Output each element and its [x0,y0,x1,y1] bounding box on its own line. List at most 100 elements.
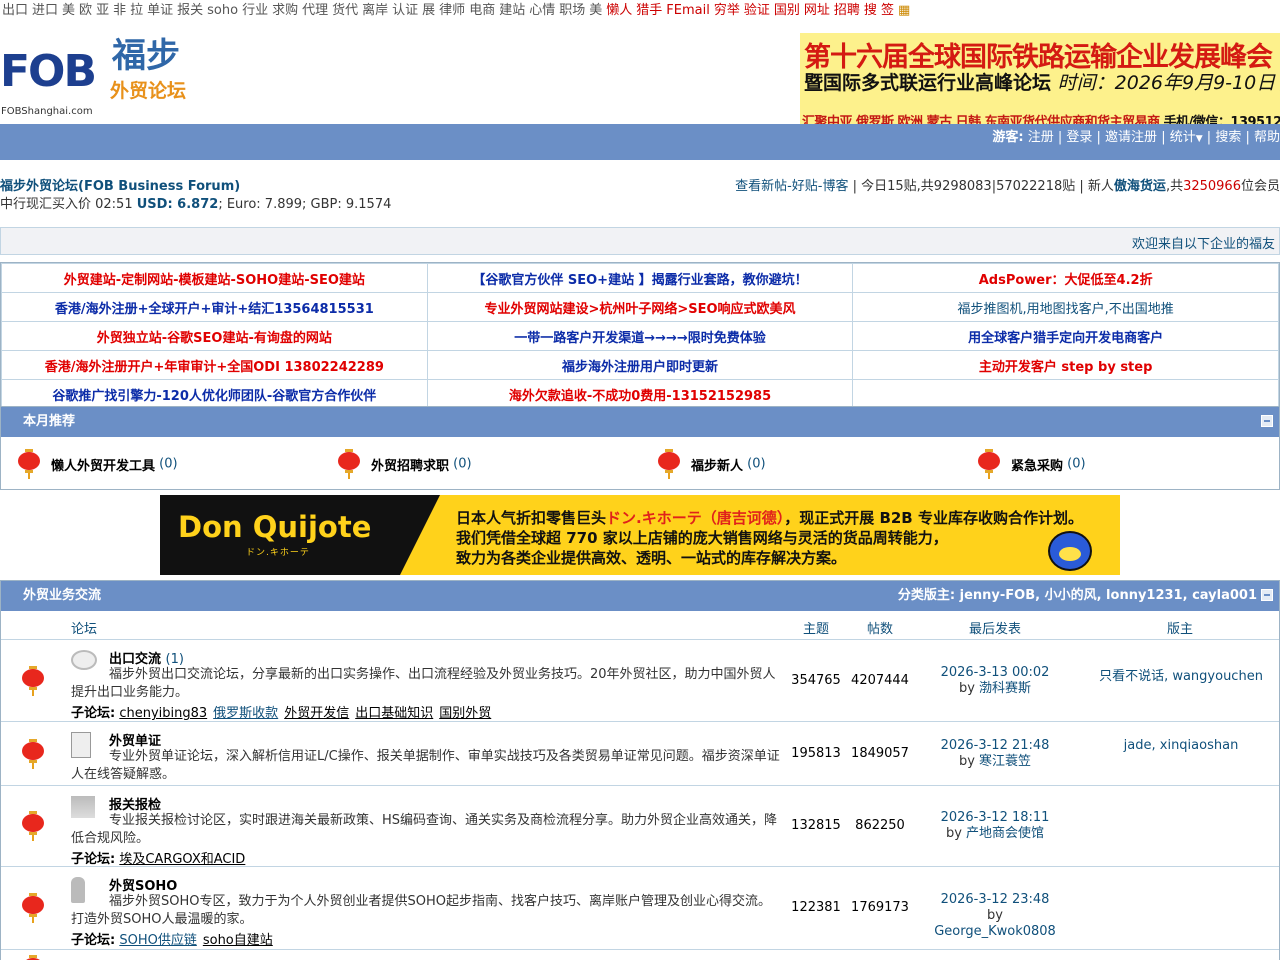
text-ad-link[interactable]: 专业外贸网站建设>杭州叶子网络>SEO响应式欧美风 [484,302,795,317]
header-banner-ad[interactable]: 第十六届全球国际铁路运输企业发展峰会 暨国际多式联运行业高峰论坛 时间：2026… [800,33,1280,134]
monthly-item-label[interactable]: 外贸招聘求职 [371,459,449,474]
text-ad-link[interactable]: 海外欠款追收-不成功0费用-13152152985 [509,389,771,404]
lantern-icon [21,739,45,769]
topnav-link[interactable]: 电商 [469,3,495,18]
forum-title[interactable]: 报关报检 [109,794,161,813]
subforum-link[interactable]: 出口基础知识 [355,706,433,721]
topnav-link[interactable]: 行业 [242,3,268,18]
forum-title[interactable]: 外贸单证 [109,730,161,749]
topnav-link[interactable]: 心情 [529,3,555,18]
topnav-link[interactable]: 拉 [130,3,143,18]
text-ad-link[interactable]: 外贸独立站-谷歌SEO建站-有询盘的网站 [97,331,332,346]
text-ad-link[interactable]: 福步推图机,用地图找客户,不出国地推 [958,302,1174,317]
subforum-link[interactable]: SOHO供应链 [119,933,197,948]
text-ad-link[interactable]: 香港/海外注册开户+年审审计+全国ODI 13802242289 [45,360,384,375]
topnav-link[interactable]: 展 [422,3,435,18]
monthly-item[interactable]: 紧急采购 (0) [977,449,1086,479]
calculator-icon[interactable]: ▦ [898,3,910,18]
forum-name[interactable]: 福步外贸论坛(FOB Business Forum) [0,175,240,194]
forum-moderators[interactable]: jade, xinqiaoshan [1091,738,1271,753]
forum-title[interactable]: 出口交流 (1) [109,648,184,667]
last-post-author[interactable]: 渤科赛斯 [979,681,1031,696]
invite-link[interactable]: 邀请注册 [1105,130,1157,145]
subforum-link[interactable]: soho自建站 [203,933,273,948]
text-ad-link[interactable]: 外贸建站-定制网站-模板建站-SOHO建站-SEO建站 [64,273,365,288]
topnav-link[interactable]: 离岸 [362,3,388,18]
subforum-link[interactable]: 外贸开发信 [284,706,349,721]
topnav-link[interactable]: 认证 [392,3,418,18]
login-link[interactable]: 登录 [1066,130,1092,145]
topnav-link[interactable]: 进口 [32,3,58,18]
topnav-link[interactable]: 律师 [439,3,465,18]
topnav-link[interactable]: 猎手 [636,3,662,18]
topnav-link[interactable]: 美 [62,3,75,18]
subforums: 子论坛: 埃及CARGOX和ACID [71,852,246,867]
text-ad-link[interactable]: 谷歌推广找引擎力-120人优化师团队-谷歌官方合作伙伴 [52,389,376,404]
monthly-item-label[interactable]: 懒人外贸开发工具 [51,459,155,474]
forum-moderators[interactable]: 只看不说话, wangyouchen [1091,665,1271,684]
topnav-link[interactable]: 单证 [147,3,173,18]
search-link[interactable]: 搜索 [1215,130,1241,145]
ad-cell: 【谷歌官方伙伴 SEO+建站 】揭露行业套路，教你避坑！ [426,263,854,293]
subforum-link[interactable]: 国别外贸 [439,706,491,721]
topnav-link[interactable]: 非 [113,3,126,18]
forum-category: 外贸业务交流 分类版主: jenny-FOB, 小小的风, lonny1231,… [0,580,1280,960]
topnav-link[interactable]: 签 [881,3,894,18]
new-posts-link[interactable]: 查看新帖-好贴-博客 [735,179,848,194]
topnav-link[interactable]: 验证 [744,3,770,18]
text-ad-link[interactable]: 福步海外注册用户即时更新 [562,360,718,375]
topnav-link[interactable]: 招聘 [834,3,860,18]
topnav-link[interactable]: 美 [589,3,602,18]
last-post: 2026-3-12 18:11 by 产地商会使馆 [940,810,1050,841]
topnav-link[interactable]: 网址 [804,3,830,18]
collapse-icon[interactable] [1261,415,1273,427]
ad-cell: 主动开发客户 step by step [852,350,1279,380]
topnav-link[interactable]: 国别 [774,3,800,18]
monthly-item[interactable]: 福步新人 (0) [657,449,766,479]
stats-link[interactable]: 统计▼ [1170,130,1203,145]
topnav-link[interactable]: 求购 [272,3,298,18]
monthly-item[interactable]: 懒人外贸开发工具 (0) [17,449,178,479]
topnav-link[interactable]: 欧 [79,3,92,18]
text-ad-link[interactable]: AdsPower：大促低至4.2折 [979,273,1153,288]
text-ad-link[interactable]: 主动开发客户 step by step [979,360,1153,375]
topnav-link[interactable]: 建站 [499,3,525,18]
topnav-link[interactable]: FEmail [666,3,710,18]
collapse-icon[interactable] [1261,589,1273,601]
topnav-link[interactable]: 穷举 [714,3,740,18]
newest-member-link[interactable]: 傲海货运 [1114,179,1166,194]
column-headers: 论坛 主题 帖数 最后发表 版主 [1,611,1279,640]
subforum-link[interactable]: chenyibing83 [119,706,207,721]
text-ad-link[interactable]: 一带一路客户开发渠道→→→→限时免费体验 [514,331,766,346]
topnav-link[interactable]: 搜 [864,3,877,18]
last-post-author[interactable]: George_Kwok0808 [934,924,1056,939]
category-title[interactable]: 外贸业务交流 [23,588,101,603]
register-link[interactable]: 注册 [1028,130,1054,145]
topnav-link[interactable]: 报关 [177,3,203,18]
text-ad-link[interactable]: 用全球客户猎手定向开发电商客户 [968,331,1163,346]
last-post-author[interactable]: 产地商会使馆 [966,826,1044,841]
last-post-author[interactable]: 寒江蓑笠 [979,754,1031,769]
forum-title[interactable]: 外贸SOHO [109,875,177,894]
topnav-link[interactable]: soho [207,3,238,18]
topnav-link[interactable]: 货代 [332,3,358,18]
subforum-link[interactable]: 埃及CARGOX和ACID [119,852,245,867]
site-logo[interactable]: FOB FOBShanghai.com 福步 外贸论坛 [0,28,200,118]
monthly-item[interactable]: 外贸招聘求职 (0) [337,449,472,479]
help-link[interactable]: 帮助 [1254,130,1280,145]
text-ad-link[interactable]: 【谷歌官方伙伴 SEO+建站 】揭露行业套路，教你避坑！ [472,273,807,288]
topnav-link[interactable]: 职场 [559,3,585,18]
text-ad-link[interactable]: 香港/海外注册+全球开户+审计+结汇13564815531 [55,302,374,317]
donquijote-banner-ad[interactable]: Don Quijote ドン.キホーテ 日本人气折扣零售巨头ドン.キホーテ（唐吉… [160,495,1120,575]
last-post-date[interactable]: 2026-3-12 18:11 [941,810,1050,825]
subforum-link[interactable]: 俄罗斯收款 [213,706,278,721]
last-post-date[interactable]: 2026-3-13 00:02 [941,665,1050,680]
topnav-link[interactable]: 懒人 [606,3,632,18]
topnav-link[interactable]: 代理 [302,3,328,18]
monthly-item-label[interactable]: 福步新人 [691,459,743,474]
topnav-link[interactable]: 亚 [96,3,109,18]
monthly-item-label[interactable]: 紧急采购 [1011,459,1063,474]
topnav-link[interactable]: 出口 [2,3,28,18]
last-post-date[interactable]: 2026-3-12 23:48 [941,892,1050,907]
last-post-date[interactable]: 2026-3-12 21:48 [941,738,1050,753]
